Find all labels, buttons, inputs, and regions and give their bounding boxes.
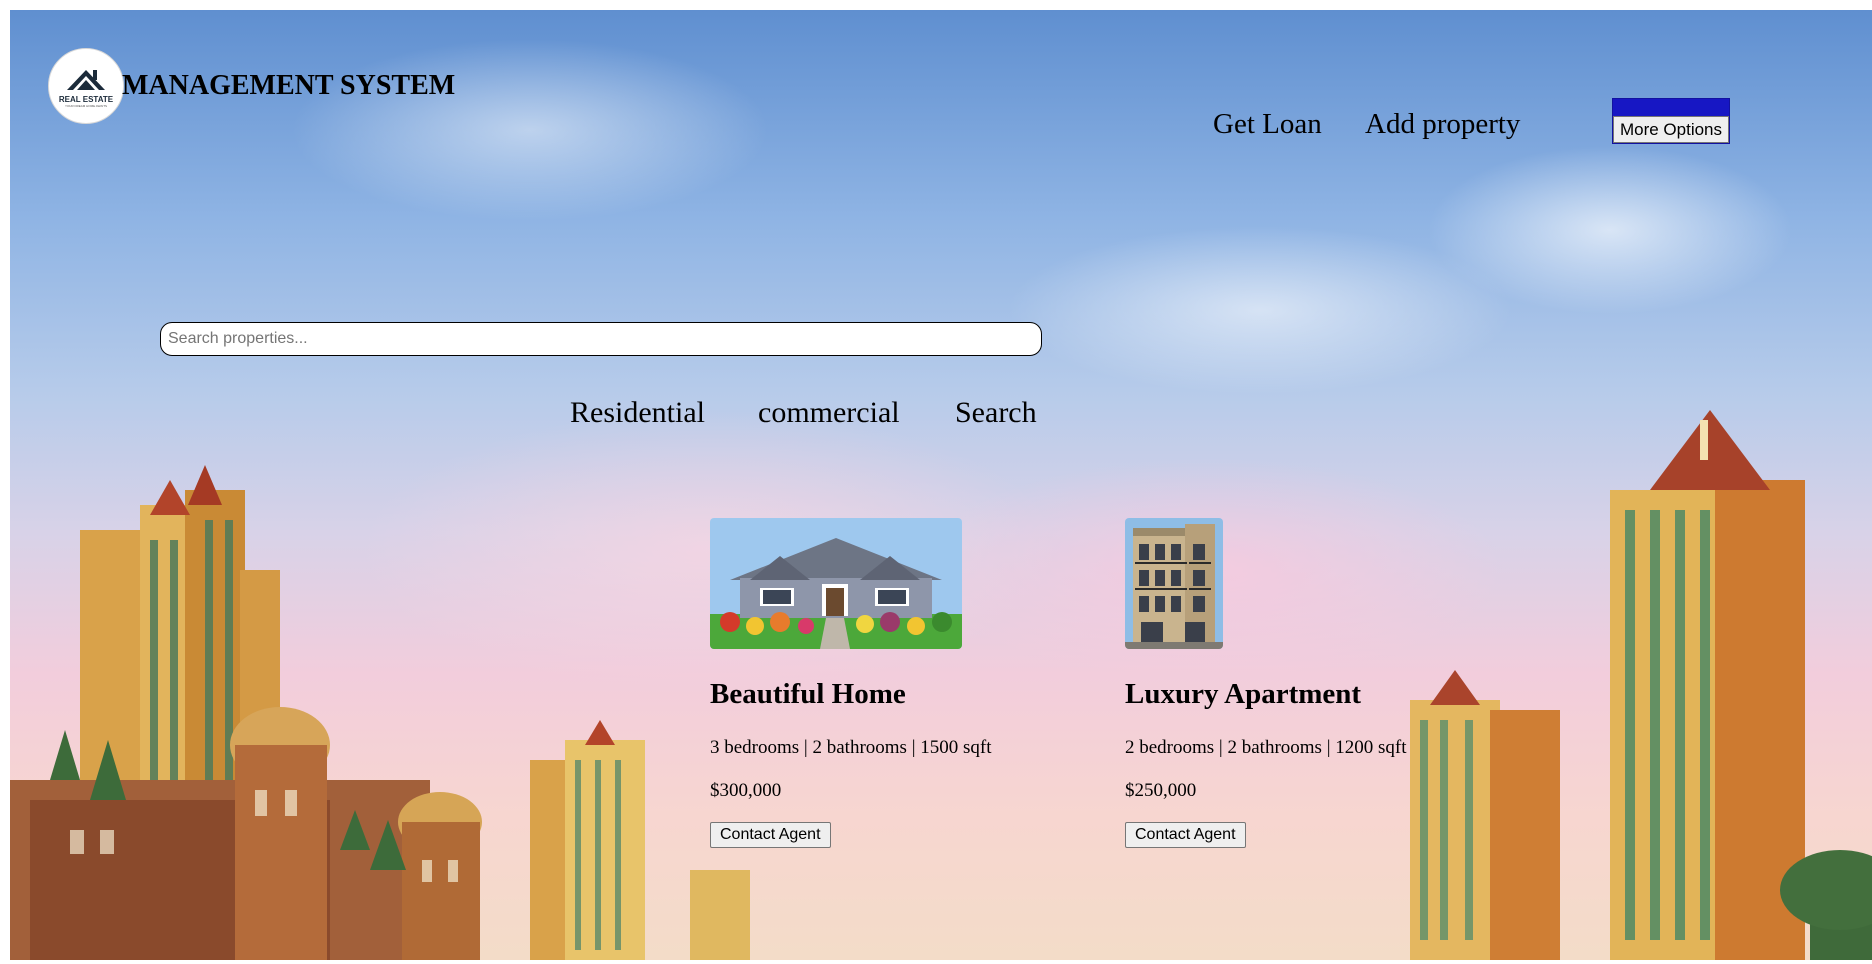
- contact-agent-button[interactable]: Contact Agent: [710, 822, 831, 848]
- contact-agent-button[interactable]: Contact Agent: [1125, 822, 1246, 848]
- listing-specs: 2 bedrooms | 2 bathrooms | 1200 sqft: [1125, 737, 1407, 758]
- house-roof-icon: [67, 70, 105, 90]
- left-towers: [10, 465, 482, 960]
- brand-logo[interactable]: REAL ESTATE YOUR DREAM HOME AWAITS: [48, 48, 124, 124]
- property-card: Luxury Apartment 2 bedrooms | 2 bathroom…: [1125, 518, 1407, 848]
- property-card: Beautiful Home 3 bedrooms | 2 bathrooms …: [710, 518, 992, 848]
- listing-title: Luxury Apartment: [1125, 678, 1362, 710]
- right-towers: [1410, 410, 1872, 960]
- search-input[interactable]: [160, 322, 1042, 356]
- more-options-button[interactable]: More Options: [1613, 116, 1729, 143]
- house-photo: [710, 518, 962, 649]
- brand-title: MANAGEMENT SYSTEM: [122, 70, 456, 101]
- more-options-dropdown[interactable]: More Options: [1612, 98, 1730, 144]
- nav-get-loan[interactable]: Get Loan: [1213, 108, 1322, 141]
- listing-title: Beautiful Home: [710, 678, 906, 710]
- listing-specs: 3 bedrooms | 2 bathrooms | 1500 sqft: [710, 737, 992, 758]
- hero-background: REAL ESTATE YOUR DREAM HOME AWAITS MANAG…: [10, 10, 1872, 960]
- logo-tagline: YOUR DREAM HOME AWAITS: [64, 104, 108, 108]
- search-button[interactable]: Search: [955, 396, 1037, 430]
- nav-add-property[interactable]: Add property: [1365, 108, 1520, 141]
- filter-residential[interactable]: Residential: [570, 396, 705, 430]
- apartment-building-photo: [1125, 518, 1223, 649]
- city-skyline-illustration: [10, 410, 1872, 960]
- listing-price: $250,000: [1125, 780, 1197, 801]
- listing-price: $300,000: [710, 780, 782, 801]
- filter-commercial[interactable]: commercial: [758, 396, 900, 430]
- logo-title: REAL ESTATE: [58, 95, 114, 104]
